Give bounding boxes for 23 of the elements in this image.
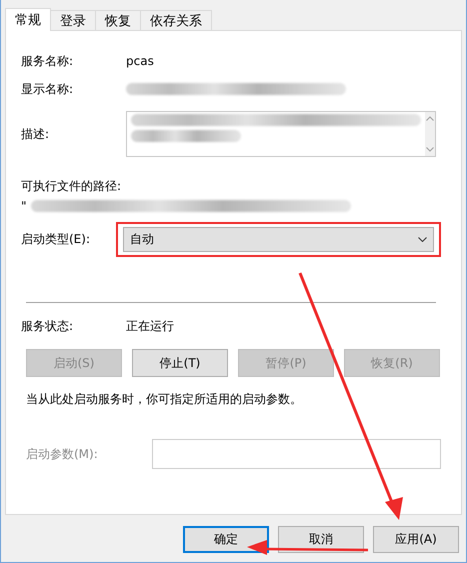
field-label: 启动类型(E): — [21, 230, 91, 248]
scroll-up-icon[interactable] — [426, 116, 434, 121]
service-button[interactable]: 停止(T) — [132, 349, 228, 377]
scrollbar[interactable] — [425, 112, 435, 156]
startup-type-dropdown[interactable]: 自动 — [123, 226, 434, 252]
service-name: pcas — [126, 54, 154, 68]
scroll-down-icon[interactable] — [426, 147, 434, 152]
hint-text: 当从此处启动服务时，你可指定所适用的启动参数。 — [26, 390, 302, 408]
dialog-button[interactable]: 应用(A) — [373, 526, 459, 553]
path-text: " — [21, 199, 27, 213]
tab[interactable]: 依存关系 — [140, 10, 212, 31]
dialog-button[interactable]: 确定 — [183, 526, 269, 553]
field-label: 服务状态: — [21, 318, 74, 334]
field-label: 服务名称: — [21, 52, 74, 70]
field-label: 显示名称: — [21, 80, 74, 98]
field-label: 启动参数(M): — [26, 446, 99, 462]
tab[interactable]: 常规 — [5, 8, 51, 31]
dialog-button[interactable]: 取消 — [278, 526, 364, 553]
chevron-down-icon — [418, 236, 427, 242]
service-status: 正在运行 — [126, 318, 174, 334]
description-box[interactable] — [126, 111, 436, 157]
field-label: 可执行文件的路径: — [21, 178, 122, 195]
field-label: 描述: — [21, 126, 50, 142]
